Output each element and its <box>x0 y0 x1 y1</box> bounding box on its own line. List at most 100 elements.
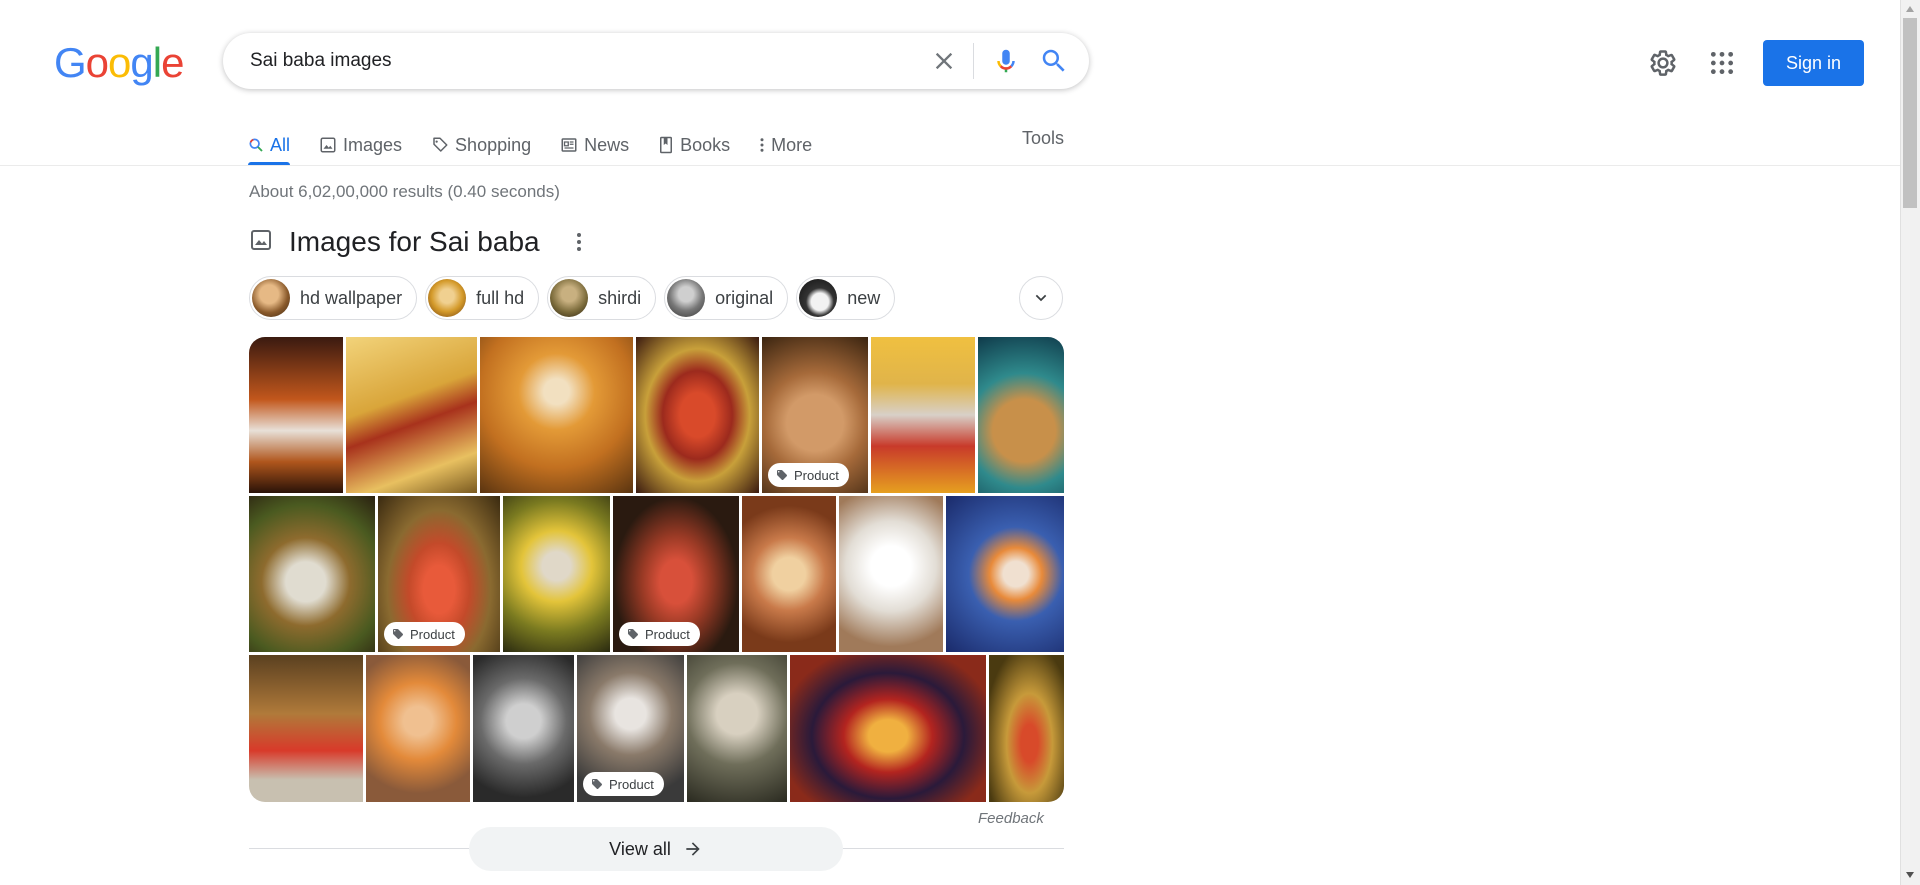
image-icon <box>320 137 336 153</box>
logo-letter: G <box>54 39 87 86</box>
view-all-label: View all <box>609 838 671 859</box>
tag-icon <box>777 470 787 480</box>
more-options-icon[interactable] <box>572 230 586 254</box>
tab-label: Shopping <box>455 134 532 155</box>
search-icon <box>249 138 263 152</box>
image-result[interactable] <box>871 337 975 493</box>
view-all-button[interactable]: View all <box>469 827 843 871</box>
search-tabs: All Images Shopping News Books More <box>248 125 841 165</box>
tab-label: News <box>584 134 630 155</box>
image-row: Product <box>249 655 1064 802</box>
apps-grid-icon[interactable] <box>1709 50 1735 76</box>
chip-full-hd[interactable]: full hd <box>425 276 540 320</box>
image-result[interactable]: Product <box>577 655 684 802</box>
chip-thumbnail <box>550 279 589 317</box>
tab-label: All <box>270 134 291 155</box>
search-icon[interactable] <box>1039 46 1069 76</box>
image-result[interactable] <box>636 337 759 493</box>
image-result[interactable] <box>249 655 363 802</box>
tab-shopping[interactable]: Shopping <box>431 125 531 165</box>
expand-chips-button[interactable] <box>1019 276 1063 320</box>
image-icon <box>251 230 271 250</box>
image-results-grid: Product Product Product Product <box>249 337 1064 802</box>
chip-thumbnail <box>799 279 838 317</box>
image-result[interactable] <box>346 337 477 493</box>
scrollbar-thumb[interactable] <box>1903 18 1917 208</box>
tag-icon <box>393 629 403 639</box>
chevron-down-icon <box>1035 294 1047 302</box>
image-result[interactable]: Product <box>613 496 739 652</box>
product-badge: Product <box>384 622 465 646</box>
tab-images[interactable]: Images <box>319 125 402 165</box>
image-result[interactable] <box>366 655 470 802</box>
image-result[interactable] <box>503 496 610 652</box>
chip-label: original <box>715 287 774 308</box>
chip-hd-wallpaper[interactable]: hd wallpaper <box>249 276 418 320</box>
newspaper-icon <box>561 138 577 152</box>
arrow-right-icon <box>686 842 700 856</box>
mic-icon[interactable] <box>991 46 1021 76</box>
image-result[interactable] <box>473 655 574 802</box>
tab-news[interactable]: News <box>560 125 629 165</box>
tag-icon <box>592 779 602 789</box>
product-label: Product <box>794 467 839 483</box>
tab-books[interactable]: Books <box>658 125 730 165</box>
image-result[interactable] <box>249 337 343 493</box>
tools-button[interactable]: Tools <box>1022 128 1064 149</box>
image-result[interactable] <box>839 496 943 652</box>
book-icon <box>660 136 673 154</box>
chip-label: hd wallpaper <box>300 287 403 308</box>
chip-thumbnail <box>252 279 290 317</box>
image-row: Product <box>249 337 1064 493</box>
product-badge: Product <box>583 772 664 796</box>
product-label: Product <box>410 626 455 642</box>
logo-letter: e <box>161 39 184 86</box>
clear-icon[interactable] <box>930 47 958 75</box>
tag-icon <box>433 137 448 152</box>
sign-in-button[interactable]: Sign in <box>1763 40 1864 86</box>
result-stats: About 6,02,00,000 results (0.40 seconds) <box>249 182 560 201</box>
image-result[interactable] <box>742 496 836 652</box>
image-filter-chips: hd wallpaper full hd shirdi original new <box>249 276 903 320</box>
chip-original[interactable]: original <box>664 276 789 320</box>
tab-more[interactable]: More <box>759 125 812 165</box>
more-vertical-icon <box>760 138 764 152</box>
search-divider <box>973 43 974 79</box>
image-result[interactable] <box>989 655 1064 802</box>
logo-letter: l <box>152 39 162 86</box>
google-logo[interactable]: Google <box>54 39 184 86</box>
product-label: Product <box>609 776 654 792</box>
chip-label: new <box>847 287 881 308</box>
scroll-down-arrow-icon[interactable] <box>1904 870 1916 880</box>
logo-letter: o <box>85 39 109 86</box>
image-result[interactable] <box>790 655 986 802</box>
chip-thumbnail <box>667 279 706 317</box>
image-result[interactable]: Product <box>762 337 868 493</box>
search-box[interactable]: Sai baba images <box>223 33 1089 89</box>
tab-label: Images <box>343 134 403 155</box>
header-divider <box>0 165 1900 166</box>
images-section-title: Images for Sai baba <box>289 226 540 257</box>
logo-letter: g <box>130 39 153 86</box>
image-row: Product Product <box>249 496 1064 652</box>
product-label: Product <box>645 626 690 642</box>
chip-shirdi[interactable]: shirdi <box>547 276 657 320</box>
image-result[interactable] <box>978 337 1064 493</box>
chip-new[interactable]: new <box>796 276 896 320</box>
image-result[interactable]: Product <box>378 496 500 652</box>
feedback-link[interactable]: Feedback <box>978 810 1044 827</box>
tab-label: More <box>771 134 813 155</box>
scroll-up-arrow-icon[interactable] <box>1904 4 1916 14</box>
image-result[interactable] <box>687 655 787 802</box>
tag-icon <box>628 629 638 639</box>
chip-label: shirdi <box>598 287 642 308</box>
image-result[interactable] <box>480 337 633 493</box>
tab-all[interactable]: All <box>248 125 291 165</box>
settings-gear-icon[interactable] <box>1648 48 1678 78</box>
search-input[interactable]: Sai baba images <box>250 50 392 72</box>
product-badge: Product <box>768 463 849 487</box>
image-result[interactable] <box>249 496 375 652</box>
image-result[interactable] <box>946 496 1064 652</box>
tab-label: Books <box>680 134 731 155</box>
product-badge: Product <box>619 622 700 646</box>
